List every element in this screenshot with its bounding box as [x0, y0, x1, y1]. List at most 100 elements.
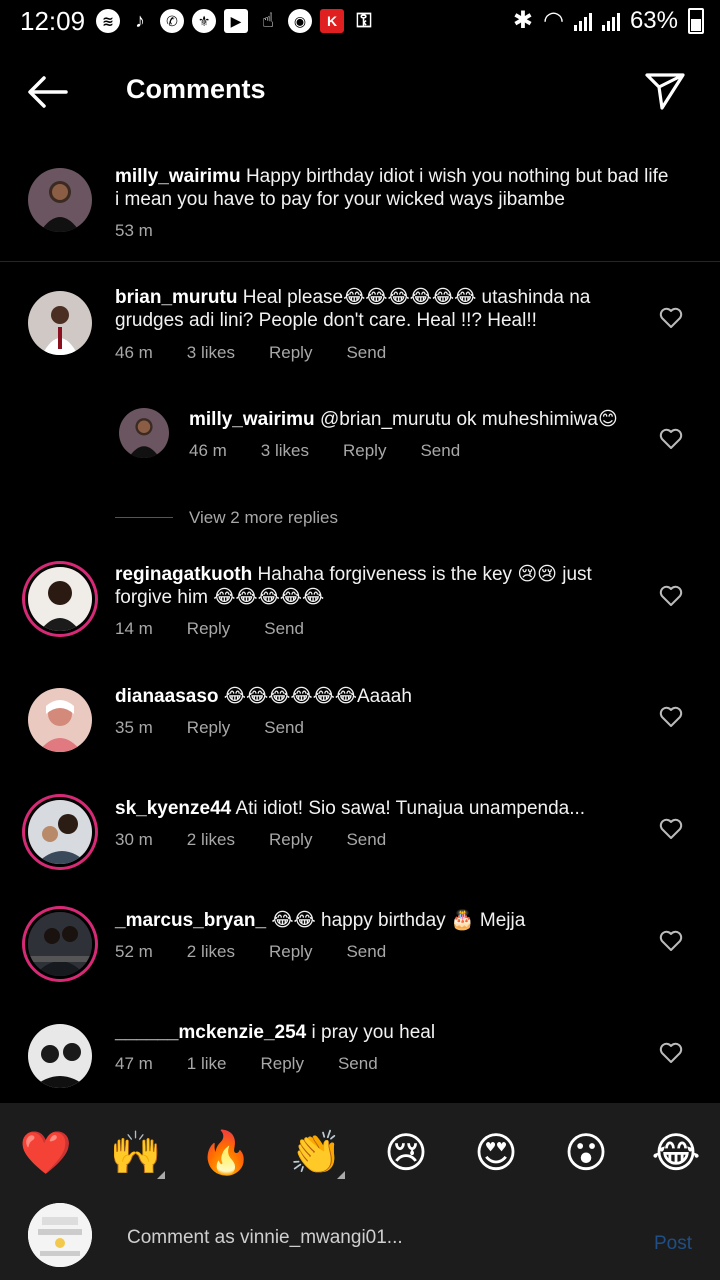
heart-icon[interactable] [659, 307, 683, 329]
comment-item: reginagatkuoth Hahaha forgiveness is the… [0, 560, 720, 650]
likes-count[interactable]: 2 likes [187, 830, 235, 850]
surprised-emoji-button[interactable]: 😮 [558, 1125, 614, 1181]
timestamp: 14 m [115, 619, 153, 638]
timestamp: 47 m [115, 1054, 153, 1073]
username[interactable]: _marcus_bryan_ [115, 910, 266, 931]
notification-icons: ≋ ♪ ✆ ⚜ ▶ ☝ ◉ K ⚿ [96, 9, 376, 33]
comment-item: dianaasaso 😂😂😂😂😂😂Aaaah 35 m Reply Send [0, 683, 720, 753]
comment-meta: 35 m Reply Send [115, 718, 338, 738]
kilimall-icon: K [320, 9, 344, 33]
caption-meta: 53 m [115, 221, 187, 241]
reply-button[interactable]: Reply [343, 441, 386, 461]
timestamp: 46 m [189, 441, 227, 460]
view-more-replies-button[interactable]: View 2 more replies [189, 508, 338, 528]
current-user-avatar [28, 1203, 92, 1267]
direct-share-icon[interactable] [644, 70, 686, 112]
username[interactable]: reginagatkuoth [115, 564, 252, 585]
heart-icon[interactable] [659, 428, 683, 450]
reply-button[interactable]: Reply [269, 942, 312, 962]
heart-icon[interactable] [659, 1042, 683, 1064]
signal-icon [573, 11, 592, 31]
battery-icon [688, 7, 704, 34]
comment-meta: 52 m 2 likes Reply Send [115, 942, 420, 962]
username[interactable]: milly_wairimu [189, 409, 315, 430]
clapping-emoji-button[interactable]: 👏 [288, 1125, 344, 1181]
comment-item: ______mckenzie_254 i pray you heal 47 m … [0, 1019, 720, 1089]
timestamp: 46 m [115, 343, 153, 362]
comment-meta: 46 m 3 likes Reply Send [115, 343, 420, 363]
send-button[interactable]: Send [338, 1054, 378, 1074]
comment-body: 😂😂😂😂😂😂Aaaah [223, 686, 412, 707]
page-title: Comments [126, 74, 266, 104]
whatsapp-icon: ✆ [160, 9, 184, 33]
comment-body: @brian_murutu ok muheshimiwa😊 [319, 409, 618, 430]
avatar[interactable] [28, 291, 92, 355]
username[interactable]: brian_murutu [115, 287, 237, 308]
reply-button[interactable]: Reply [187, 718, 230, 738]
send-button[interactable]: Send [264, 619, 304, 639]
avatar[interactable] [28, 567, 92, 631]
post-button[interactable]: Post [654, 1233, 692, 1255]
timestamp: 52 m [115, 942, 153, 961]
avatar[interactable] [28, 168, 92, 232]
likes-count[interactable]: 3 likes [187, 343, 235, 363]
laughing-emoji-button[interactable]: 😂 [648, 1125, 704, 1181]
signal-icon-2 [601, 11, 620, 31]
man-utd-icon: ⚜ [192, 9, 216, 33]
heart-emoji-button[interactable]: ❤️ [18, 1125, 74, 1181]
username[interactable]: dianaasaso [115, 686, 219, 707]
heart-icon[interactable] [659, 930, 683, 952]
bluetooth-icon: ✱ [512, 7, 533, 34]
replies-divider [115, 517, 173, 518]
heart-eyes-emoji-button[interactable]: 😍 [468, 1125, 524, 1181]
avatar[interactable] [28, 800, 92, 864]
username[interactable]: sk_kyenze44 [115, 798, 231, 819]
raising-hands-emoji-button[interactable]: 🙌 [108, 1125, 164, 1181]
heart-icon[interactable] [659, 818, 683, 840]
key-icon: ⚿ [356, 10, 372, 32]
heart-icon[interactable] [659, 706, 683, 728]
comment-item: sk_kyenze44 Ati idiot! Sio sawa! Tunajua… [0, 795, 720, 865]
comment-text: dianaasaso 😂😂😂😂😂😂Aaaah [115, 685, 635, 708]
status-right: ✱ ◠ 63% [513, 6, 704, 35]
avatar[interactable] [28, 912, 92, 976]
back-arrow-icon[interactable] [26, 72, 70, 112]
reply-item: milly_wairimu @brian_murutu ok muheshimi… [0, 400, 720, 470]
comment-meta: 14 m Reply Send [115, 619, 338, 639]
comment-item: brian_murutu Heal please😂😂😂😂😂😂 utashinda… [0, 283, 720, 383]
send-button[interactable]: Send [346, 830, 386, 850]
send-button[interactable]: Send [346, 343, 386, 363]
comment-meta: 47 m 1 like Reply Send [115, 1054, 412, 1074]
comment-text: reginagatkuoth Hahaha forgiveness is the… [115, 563, 635, 609]
reply-button[interactable]: Reply [269, 830, 312, 850]
skin-tone-indicator [337, 1171, 345, 1179]
comment-input[interactable]: Comment as vinnie_mwangi01... [127, 1227, 403, 1249]
youtube-icon: ▶ [224, 9, 248, 33]
send-button[interactable]: Send [420, 441, 460, 461]
send-button[interactable]: Send [264, 718, 304, 738]
reply-button[interactable]: Reply [260, 1054, 303, 1074]
likes-count[interactable]: 1 like [187, 1054, 227, 1074]
chrome-icon: ◉ [288, 9, 312, 33]
tiktok-icon: ♪ [135, 10, 145, 32]
likes-count[interactable]: 2 likes [187, 942, 235, 962]
username[interactable]: milly_wairimu [115, 166, 241, 187]
crying-emoji-button[interactable]: 😢 [378, 1125, 434, 1181]
comment-item: _marcus_bryan_ 😂😂 happy birthday 🎂 Mejja… [0, 907, 720, 977]
username[interactable]: ______mckenzie_254 [115, 1022, 306, 1043]
comment-text: _marcus_bryan_ 😂😂 happy birthday 🎂 Mejja [115, 909, 655, 932]
reply-button[interactable]: Reply [187, 619, 230, 639]
skin-tone-indicator [157, 1171, 165, 1179]
send-button[interactable]: Send [346, 942, 386, 962]
likes-count[interactable]: 3 likes [261, 441, 309, 461]
fire-emoji-button[interactable]: 🔥 [198, 1125, 254, 1181]
battery-percent: 63% [629, 6, 678, 34]
wifi-icon: ◠ [543, 7, 564, 34]
heart-icon[interactable] [659, 585, 683, 607]
reply-button[interactable]: Reply [269, 343, 312, 363]
avatar[interactable] [28, 1024, 92, 1088]
comment-body: Ati idiot! Sio sawa! Tunajua unampenda..… [235, 798, 586, 819]
avatar[interactable] [119, 408, 169, 458]
avatar[interactable] [28, 688, 92, 752]
app-header: Comments [0, 52, 720, 132]
